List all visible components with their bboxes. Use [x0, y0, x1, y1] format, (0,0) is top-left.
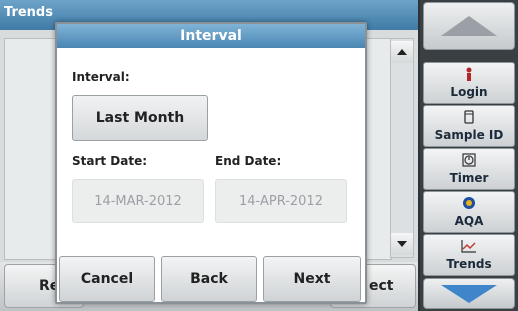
sidebar-item-sample-id[interactable]: Sample ID	[423, 105, 515, 147]
sidebar-item-aqa[interactable]: AQA	[423, 191, 515, 233]
sidebar-item-label: AQA	[454, 214, 484, 228]
sidebar: Login Sample ID Timer AQA Trends	[420, 0, 518, 311]
sidebar-item-label: Sample ID	[434, 128, 504, 142]
cancel-button[interactable]: Cancel	[59, 256, 155, 302]
scroll-down-button[interactable]	[423, 278, 515, 309]
sidebar-item-timer[interactable]: Timer	[423, 148, 515, 190]
next-button[interactable]: Next	[263, 256, 361, 302]
person-icon	[464, 67, 474, 85]
dialog-title: Interval	[57, 24, 365, 48]
sidebar-item-trends[interactable]: Trends	[423, 234, 515, 276]
triangle-down-icon	[441, 284, 497, 303]
end-date-field: 14-APR-2012	[215, 179, 347, 223]
clock-icon	[462, 153, 476, 171]
triangle-up-icon	[441, 16, 497, 36]
start-date-field: 14-MAR-2012	[72, 179, 204, 223]
sidebar-item-label: Login	[450, 85, 488, 99]
scroll-up-button[interactable]	[423, 2, 515, 50]
interval-label: Interval:	[72, 70, 130, 84]
back-button[interactable]: Back	[161, 256, 257, 302]
trend-chart-icon	[461, 239, 477, 257]
end-date-label: End Date:	[215, 154, 282, 168]
aqa-icon	[462, 196, 476, 214]
interval-select-button[interactable]: Last Month	[72, 95, 208, 141]
scroll-up-icon[interactable]	[391, 41, 413, 63]
interval-dialog: Interval Interval: Last Month Start Date…	[55, 22, 367, 304]
background-scrollbar[interactable]	[390, 38, 414, 258]
sidebar-item-label: Timer	[449, 171, 489, 185]
scroll-down-icon[interactable]	[391, 233, 413, 255]
sidebar-item-login[interactable]: Login	[423, 62, 515, 104]
beaker-icon	[463, 110, 475, 128]
start-date-label: Start Date:	[72, 154, 148, 168]
sidebar-item-label: Trends	[446, 257, 492, 271]
